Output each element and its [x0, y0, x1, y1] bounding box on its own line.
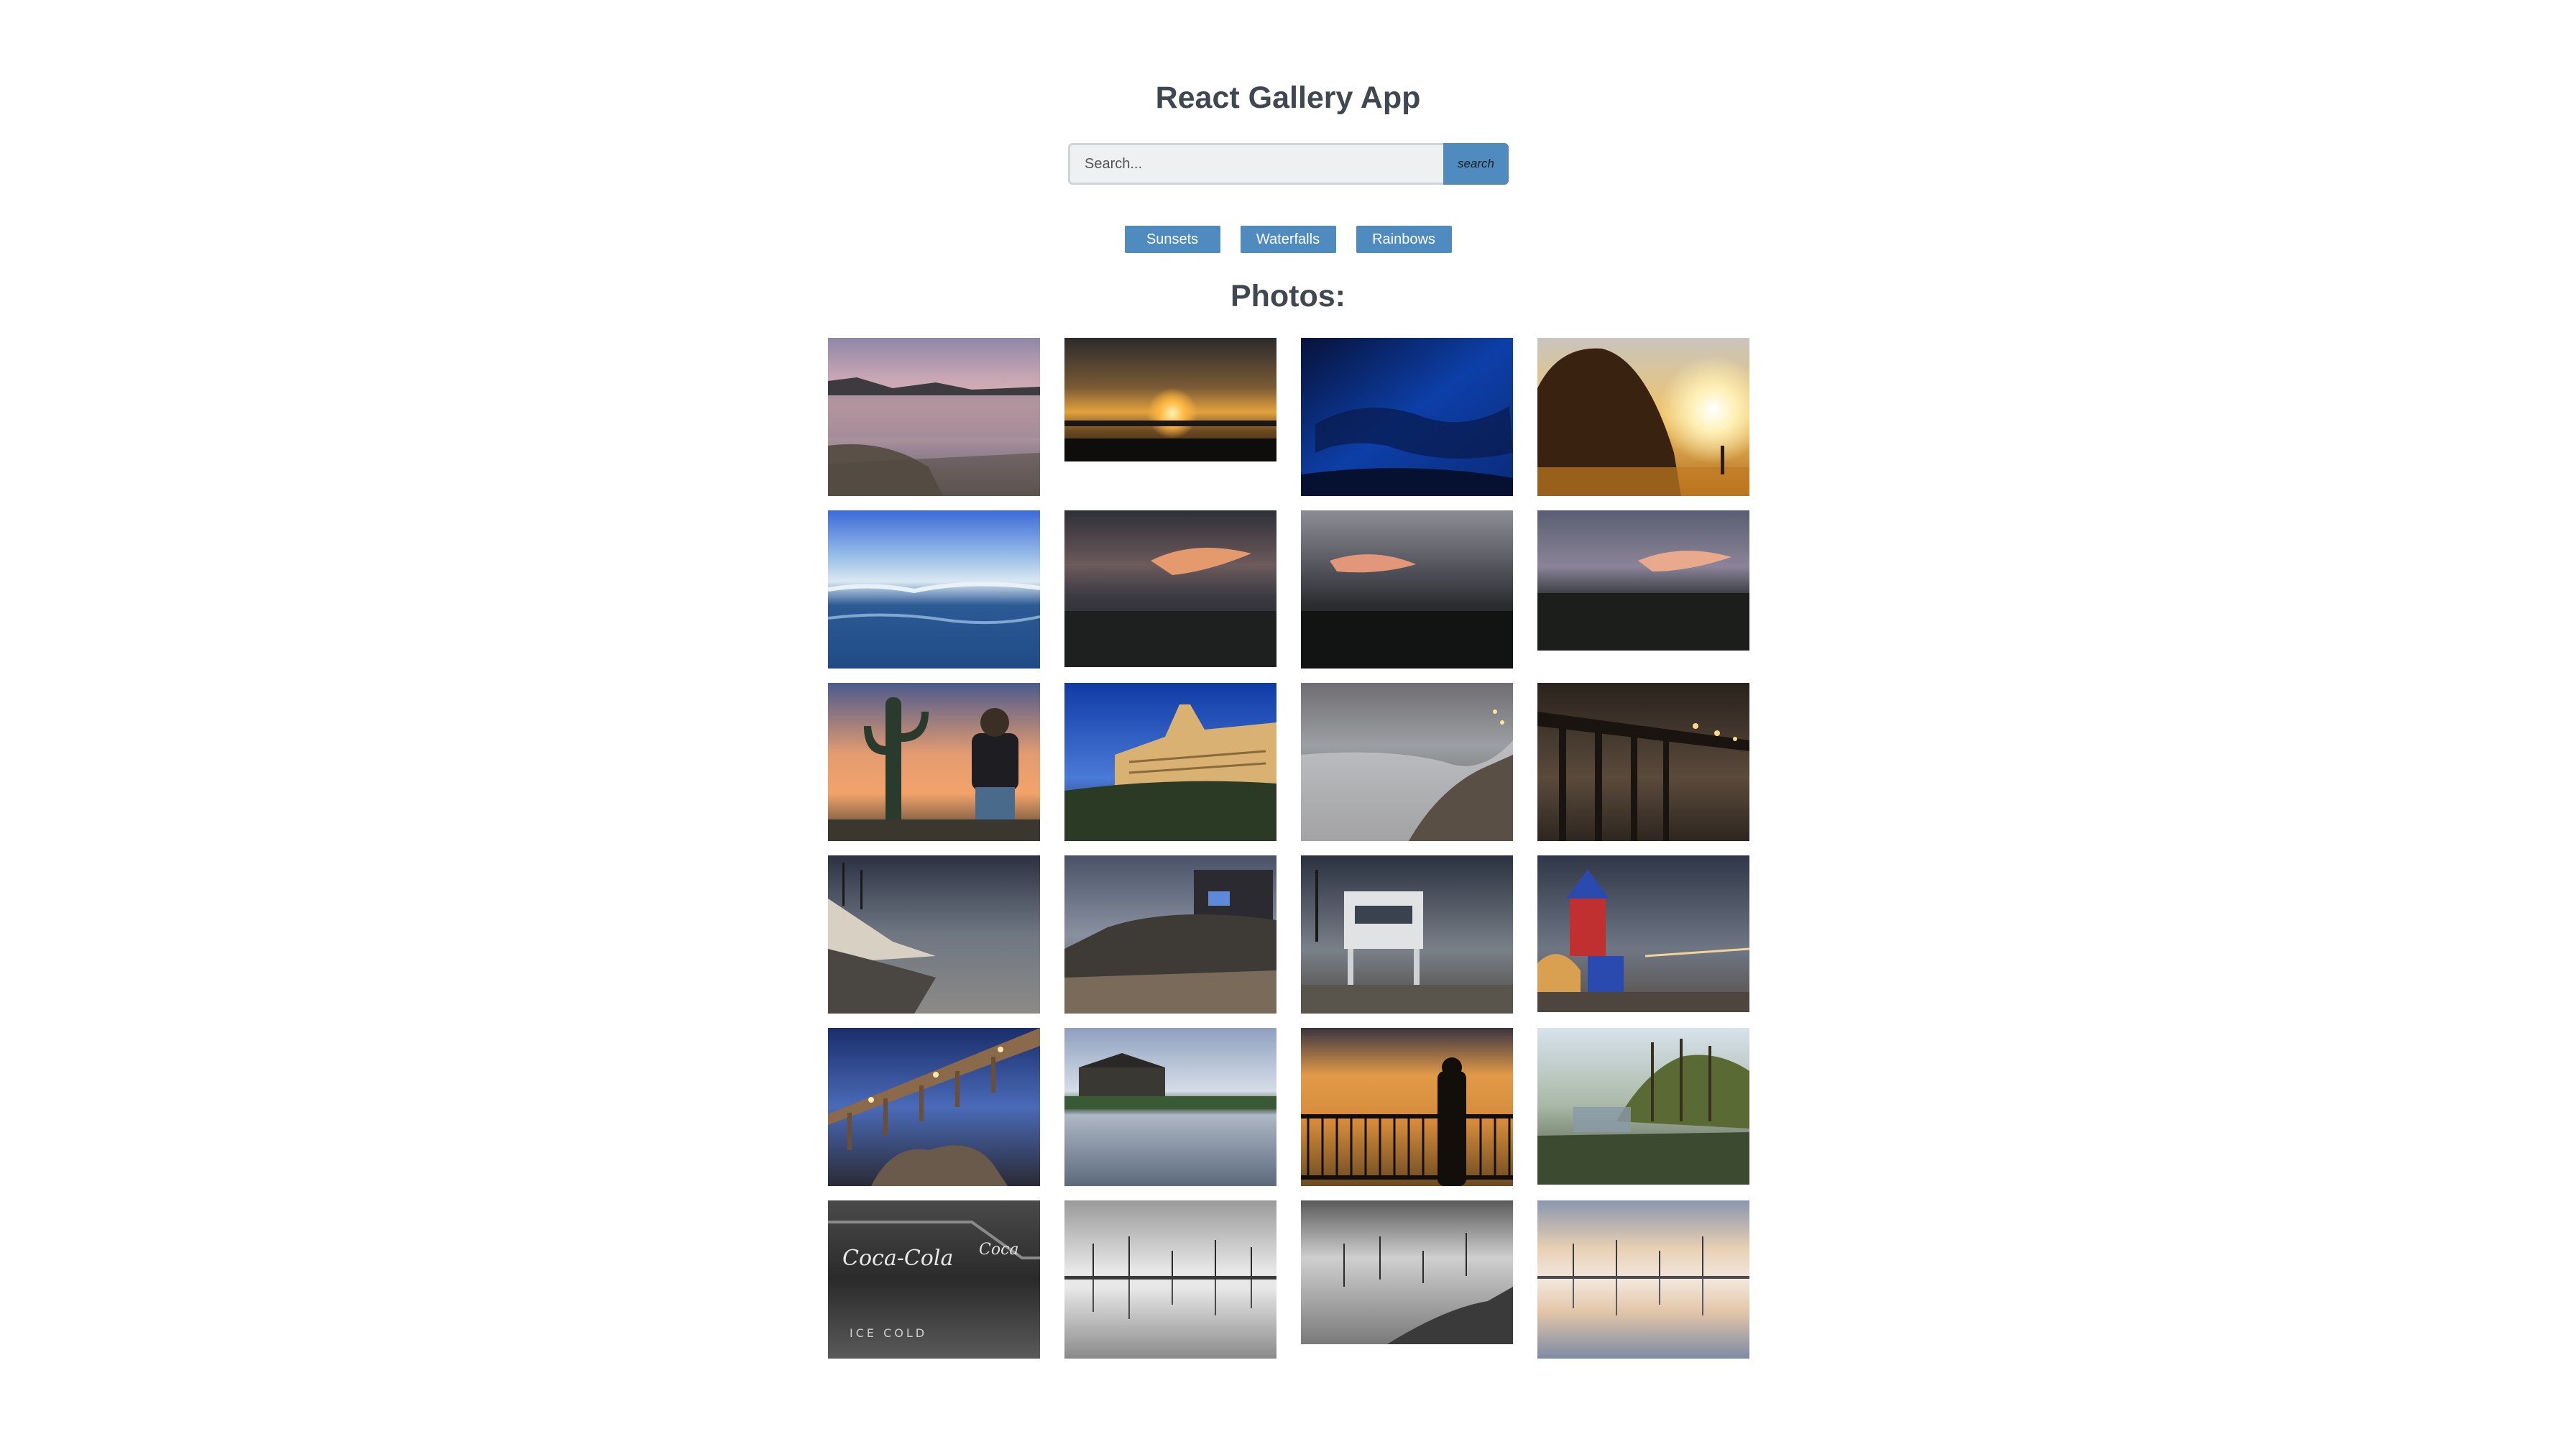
nav-button-waterfalls[interactable]: Waterfalls: [1240, 226, 1336, 253]
photo-sunset-horizon[interactable]: [1064, 338, 1276, 461]
photo-castle-building[interactable]: [1064, 683, 1276, 841]
app-root: React Gallery App search Sunsets Waterfa…: [0, 0, 2576, 1447]
photo-rocky-coast[interactable]: [1301, 683, 1513, 841]
photo-storm-sunset-1[interactable]: [1064, 510, 1276, 667]
photo-fence-silhouette[interactable]: [1301, 1028, 1513, 1186]
photo-pier-night[interactable]: [1537, 683, 1749, 841]
svg-text:ICE COLD: ICE COLD: [850, 1326, 927, 1340]
photo-pier-rocks[interactable]: [828, 1028, 1040, 1186]
photo-storm-sunset-2[interactable]: [1301, 510, 1513, 669]
photo-saguaro-boy[interactable]: [828, 683, 1040, 841]
photo-beach-palms[interactable]: [828, 855, 1040, 1014]
photo-cliff-house[interactable]: [1064, 855, 1276, 1014]
photo-park-trees[interactable]: [1537, 1028, 1749, 1185]
search-input[interactable]: [1068, 143, 1443, 185]
photo-grid: Coca-Cola Coca ICE COLD: [828, 338, 1749, 1359]
photo-ocean-waves[interactable]: [828, 510, 1040, 669]
search-button[interactable]: search: [1443, 143, 1509, 185]
svg-text:Coca-Cola: Coca-Cola: [842, 1246, 953, 1271]
photo-bw-reflection-1[interactable]: [1064, 1200, 1276, 1359]
nav-button-rainbows[interactable]: Rainbows: [1356, 226, 1452, 253]
photo-coca-cola-cooler[interactable]: Coca-Cola Coca ICE COLD: [828, 1200, 1040, 1359]
photo-lake-dusk[interactable]: [828, 338, 1040, 496]
topic-nav: Sunsets Waterfalls Rainbows: [0, 226, 2576, 253]
photo-storm-sunset-3[interactable]: [1537, 510, 1749, 651]
svg-text:Coca: Coca: [979, 1241, 1019, 1259]
nav-button-sunsets[interactable]: Sunsets: [1124, 226, 1220, 253]
photo-house-reflection[interactable]: [1064, 1028, 1276, 1186]
photo-playground[interactable]: [1537, 855, 1749, 1012]
photo-lifeguard-tower[interactable]: [1301, 855, 1513, 1014]
search-form: search: [1068, 143, 1509, 185]
photo-bw-lake-stumps[interactable]: [1301, 1200, 1513, 1344]
photo-color-reflection[interactable]: [1537, 1200, 1749, 1359]
photo-haystack-rock[interactable]: [1537, 338, 1749, 496]
photos-heading: Photos:: [1230, 279, 1346, 313]
app-title: React Gallery App: [1155, 81, 1421, 115]
photo-blue-night-sky[interactable]: [1301, 338, 1513, 496]
